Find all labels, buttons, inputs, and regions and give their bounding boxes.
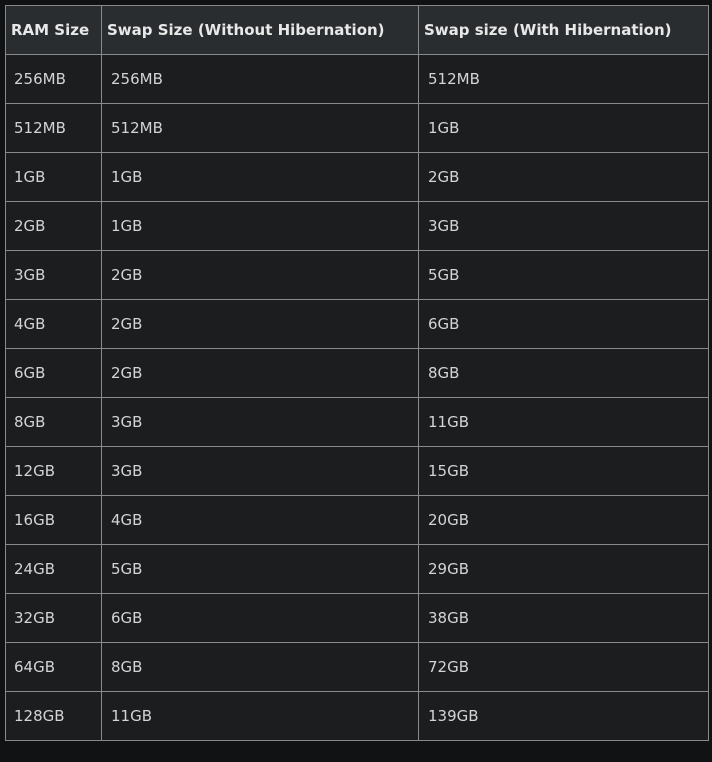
cell-swap-with-hibernation: 1GB: [418, 103, 709, 153]
cell-ram-size: 1GB: [5, 152, 102, 202]
cell-ram-size: 4GB: [5, 299, 102, 349]
table-row: 128GB 11GB 139GB: [5, 691, 709, 741]
cell-swap-without-hibernation: 512MB: [101, 103, 419, 153]
table-row: 32GB 6GB 38GB: [5, 593, 709, 643]
cell-swap-with-hibernation: 3GB: [418, 201, 709, 251]
cell-swap-with-hibernation: 72GB: [418, 642, 709, 692]
cell-ram-size: 32GB: [5, 593, 102, 643]
cell-swap-without-hibernation: 5GB: [101, 544, 419, 594]
cell-ram-size: 128GB: [5, 691, 102, 741]
cell-swap-without-hibernation: 8GB: [101, 642, 419, 692]
cell-swap-with-hibernation: 20GB: [418, 495, 709, 545]
table-row: 4GB 2GB 6GB: [5, 299, 709, 349]
table-row: 8GB 3GB 11GB: [5, 397, 709, 447]
table-row: 64GB 8GB 72GB: [5, 642, 709, 692]
cell-swap-with-hibernation: 6GB: [418, 299, 709, 349]
table-row: 24GB 5GB 29GB: [5, 544, 709, 594]
cell-swap-without-hibernation: 3GB: [101, 446, 419, 496]
cell-swap-with-hibernation: 11GB: [418, 397, 709, 447]
cell-swap-without-hibernation: 4GB: [101, 495, 419, 545]
table-row: 16GB 4GB 20GB: [5, 495, 709, 545]
cell-swap-without-hibernation: 1GB: [101, 152, 419, 202]
cell-ram-size: 12GB: [5, 446, 102, 496]
cell-swap-without-hibernation: 2GB: [101, 299, 419, 349]
table-row: 256MB 256MB 512MB: [5, 54, 709, 104]
table-row: 1GB 1GB 2GB: [5, 152, 709, 202]
header-swap-with-hibernation: Swap size (With Hibernation): [418, 5, 709, 55]
swap-size-table-container: RAM Size Swap Size (Without Hibernation)…: [5, 5, 709, 741]
cell-swap-without-hibernation: 6GB: [101, 593, 419, 643]
table-row: 6GB 2GB 8GB: [5, 348, 709, 398]
cell-ram-size: 24GB: [5, 544, 102, 594]
table-row: 512MB 512MB 1GB: [5, 103, 709, 153]
swap-size-table: RAM Size Swap Size (Without Hibernation)…: [5, 5, 709, 741]
cell-swap-with-hibernation: 38GB: [418, 593, 709, 643]
cell-swap-with-hibernation: 2GB: [418, 152, 709, 202]
cell-swap-without-hibernation: 1GB: [101, 201, 419, 251]
cell-ram-size: 6GB: [5, 348, 102, 398]
header-row: RAM Size Swap Size (Without Hibernation)…: [5, 5, 709, 55]
table-row: 2GB 1GB 3GB: [5, 201, 709, 251]
cell-swap-with-hibernation: 29GB: [418, 544, 709, 594]
cell-swap-with-hibernation: 512MB: [418, 54, 709, 104]
cell-swap-without-hibernation: 3GB: [101, 397, 419, 447]
cell-ram-size: 2GB: [5, 201, 102, 251]
cell-swap-without-hibernation: 11GB: [101, 691, 419, 741]
cell-ram-size: 64GB: [5, 642, 102, 692]
table-body: 256MB 256MB 512MB 512MB 512MB 1GB 1GB 1GB 2GB 2GB…: [5, 54, 709, 741]
cell-ram-size: 3GB: [5, 250, 102, 300]
cell-ram-size: 256MB: [5, 54, 102, 104]
table-row: 3GB 2GB 5GB: [5, 250, 709, 300]
cell-swap-with-hibernation: 15GB: [418, 446, 709, 496]
cell-swap-with-hibernation: 5GB: [418, 250, 709, 300]
cell-swap-without-hibernation: 256MB: [101, 54, 419, 104]
cell-swap-with-hibernation: 8GB: [418, 348, 709, 398]
table-row: 12GB 3GB 15GB: [5, 446, 709, 496]
cell-ram-size: 8GB: [5, 397, 102, 447]
cell-ram-size: 512MB: [5, 103, 102, 153]
header-swap-without-hibernation: Swap Size (Without Hibernation): [101, 5, 419, 55]
cell-swap-without-hibernation: 2GB: [101, 348, 419, 398]
header-ram-size: RAM Size: [5, 5, 102, 55]
cell-swap-with-hibernation: 139GB: [418, 691, 709, 741]
cell-swap-without-hibernation: 2GB: [101, 250, 419, 300]
table-header: RAM Size Swap Size (Without Hibernation)…: [5, 5, 709, 55]
cell-ram-size: 16GB: [5, 495, 102, 545]
